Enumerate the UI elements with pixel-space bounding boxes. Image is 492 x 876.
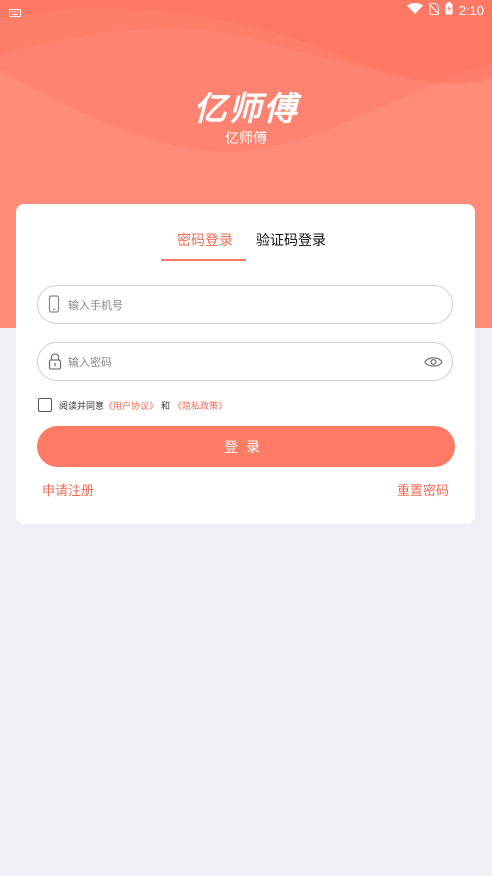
no-sim-icon xyxy=(428,2,440,18)
status-bar: 2:10 xyxy=(0,0,492,20)
wifi-icon xyxy=(406,2,423,18)
keyboard-icon xyxy=(9,6,21,20)
battery-charging-icon xyxy=(445,2,453,18)
app-subtitle: 亿师傅 xyxy=(225,131,267,147)
reset-password-link[interactable]: 重置密码 xyxy=(397,480,449,499)
lock-icon xyxy=(48,352,62,374)
privacy-policy-link[interactable]: 《隐私政策》 xyxy=(173,399,227,412)
phone-field xyxy=(37,285,453,325)
agreement-prefix: 阅读并同意 xyxy=(59,401,105,412)
agreement-row: 阅读并同意 《用户协议》 和 《隐私政策》 xyxy=(38,397,227,413)
login-button[interactable]: 登录 xyxy=(37,426,455,467)
agreement-checkbox[interactable] xyxy=(38,398,52,412)
login-card: 密码登录 验证码登录 阅读并同意 《用户协议》 和 《隐私政策》 登录 申请注册… xyxy=(16,204,475,524)
phone-input[interactable] xyxy=(66,286,410,325)
app-logo: 亿师傅 xyxy=(193,89,299,128)
tab-code-login[interactable]: 验证码登录 xyxy=(256,230,326,250)
agreement-and: 和 xyxy=(161,401,171,412)
user-agreement-link[interactable]: 《用户协议》 xyxy=(104,399,158,412)
eye-icon[interactable] xyxy=(424,354,443,373)
tab-password-login[interactable]: 密码登录 xyxy=(177,230,233,250)
login-tabs: 密码登录 验证码登录 xyxy=(16,230,475,260)
active-tab-indicator xyxy=(161,259,246,261)
password-input[interactable] xyxy=(66,343,410,382)
password-field xyxy=(37,342,453,382)
phone-icon xyxy=(48,295,60,317)
status-time: 2:10 xyxy=(458,2,484,18)
register-link[interactable]: 申请注册 xyxy=(42,480,94,499)
